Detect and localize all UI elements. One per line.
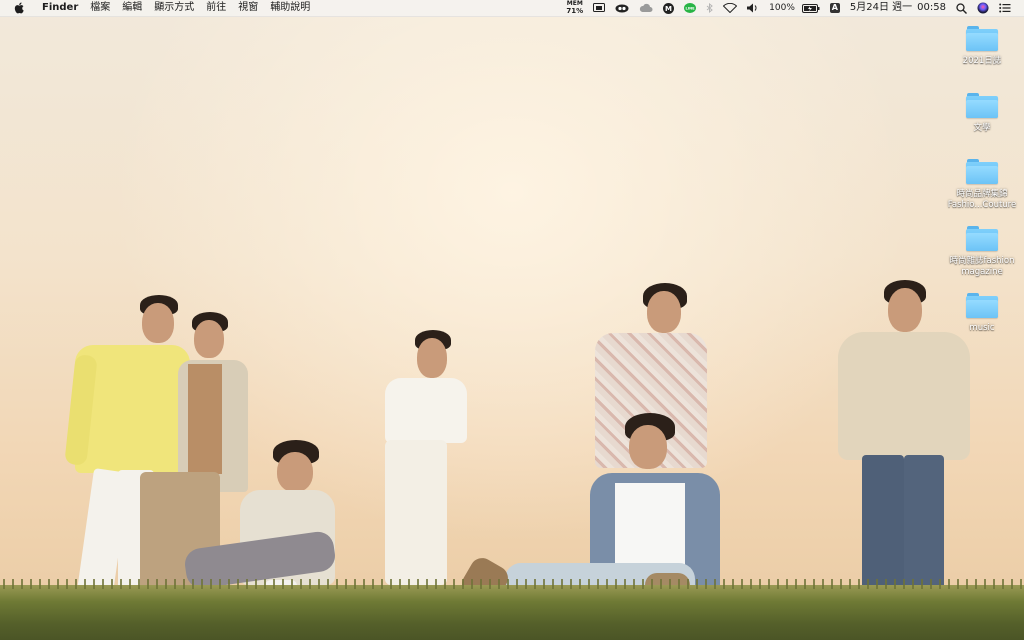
screen-mirroring-icon[interactable]	[593, 0, 606, 16]
line-icon[interactable]: LINE	[684, 0, 697, 16]
desktop-folder-fashion-brands[interactable]: 時尚品牌集錦 Fashio...Couture	[942, 159, 1022, 211]
input-method-label: A	[829, 3, 840, 13]
notification-center-icon[interactable]	[999, 0, 1011, 16]
desktop-folder-2021-journal[interactable]: 2021日誌	[942, 26, 1022, 67]
menu-bar: Finder 檔案 編輯 顯示方式 前往 視窗 輔助說明 MEM 71% M L…	[0, 0, 1024, 17]
folder-icon	[966, 159, 998, 185]
volume-icon[interactable]	[747, 0, 759, 16]
wifi-icon[interactable]	[723, 0, 738, 16]
figure-white-outfit	[375, 330, 470, 590]
m-app-icon[interactable]: M	[663, 0, 675, 16]
siri-icon[interactable]	[977, 0, 989, 16]
cloud-icon[interactable]	[639, 0, 653, 16]
spotlight-search-icon[interactable]	[956, 0, 967, 16]
folder-label: 文學	[973, 123, 991, 133]
clock-date[interactable]: 5月24日 週一	[850, 0, 912, 16]
folder-icon	[966, 93, 998, 119]
menu-finder[interactable]: Finder	[38, 0, 84, 16]
apple-menu-icon[interactable]	[14, 2, 24, 14]
m-app-label: M	[665, 5, 672, 13]
input-method[interactable]: A	[829, 0, 840, 16]
menu-edit[interactable]: 編輯	[116, 0, 148, 16]
folder-label: music	[969, 323, 995, 333]
memory-value: 71%	[566, 7, 584, 15]
line-label: LINE	[686, 6, 696, 10]
menu-file[interactable]: 檔案	[84, 0, 116, 16]
folder-label: 2021日誌	[962, 56, 1002, 66]
menu-go[interactable]: 前往	[200, 0, 232, 16]
bluetooth-icon[interactable]	[706, 0, 713, 16]
desktop-folder-fashion-magazine[interactable]: 時尚雜誌fashion magazine	[942, 226, 1022, 278]
folder-label: 時尚雜誌fashion magazine	[949, 256, 1015, 277]
folder-icon	[966, 293, 998, 319]
battery-percent[interactable]: 100%	[769, 0, 795, 16]
folder-icon	[966, 226, 998, 252]
grass-field	[0, 579, 1024, 640]
desktop-folder-literature[interactable]: 文學	[942, 93, 1022, 134]
clock-time[interactable]: 00:58	[917, 0, 946, 16]
creative-cloud-icon[interactable]	[615, 0, 629, 16]
folder-icon	[966, 26, 998, 52]
memory-monitor[interactable]: MEM 71%	[566, 0, 583, 16]
menu-view[interactable]: 顯示方式	[148, 0, 200, 16]
battery-icon[interactable]	[801, 0, 820, 16]
desktop-folder-music[interactable]: music	[942, 293, 1022, 334]
menu-window[interactable]: 視窗	[232, 0, 264, 16]
menu-help[interactable]: 輔助說明	[264, 0, 316, 16]
folder-label: 時尚品牌集錦 Fashio...Couture	[947, 189, 1017, 210]
